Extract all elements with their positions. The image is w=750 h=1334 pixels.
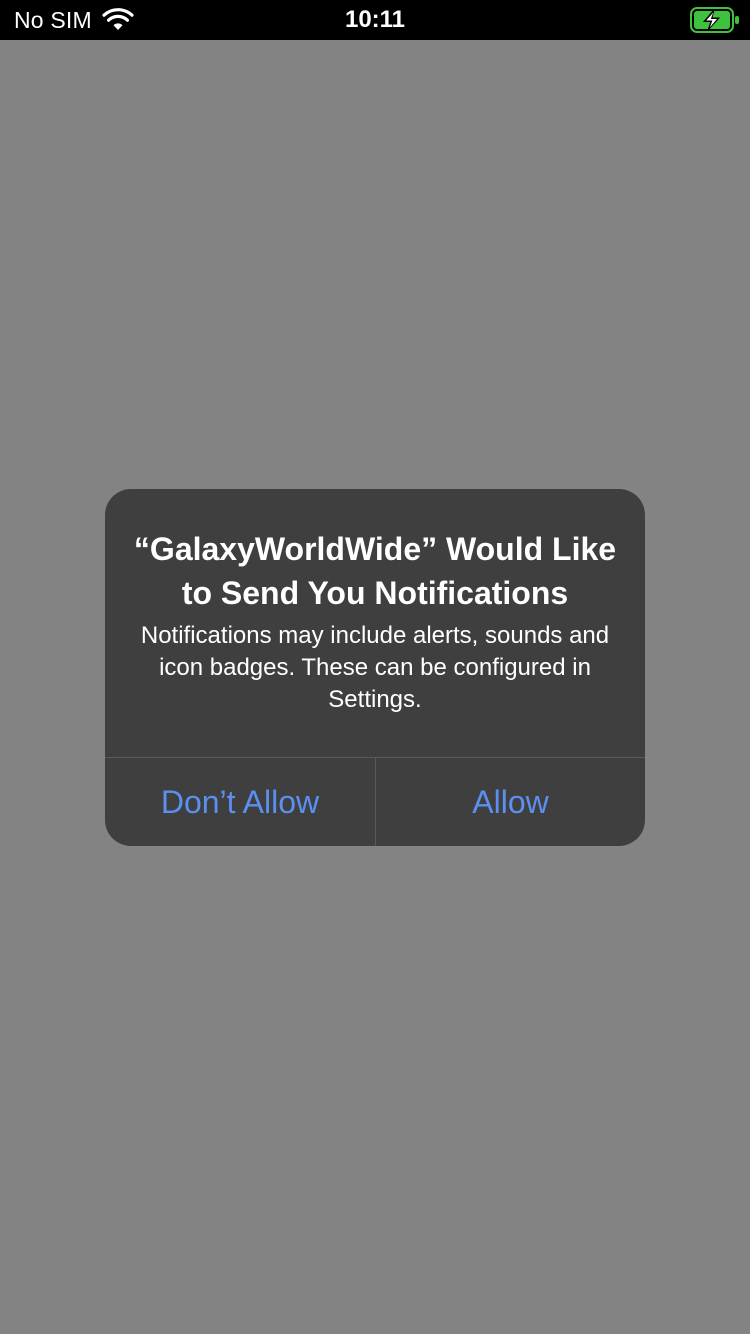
alert-title: “GalaxyWorldWide” Would Like to Send You… xyxy=(133,531,617,611)
status-time: 10:11 xyxy=(344,6,406,33)
allow-button[interactable]: Allow xyxy=(376,758,645,846)
alert-message: Notifications may include alerts, sounds… xyxy=(140,622,610,713)
battery-charging-icon xyxy=(690,7,739,33)
notification-permission-alert: “GalaxyWorldWide” Would Like to Send You… xyxy=(105,489,645,846)
dont-allow-button[interactable]: Don’t Allow xyxy=(105,758,375,846)
status-bar: No SIM 10:11 xyxy=(0,0,750,40)
